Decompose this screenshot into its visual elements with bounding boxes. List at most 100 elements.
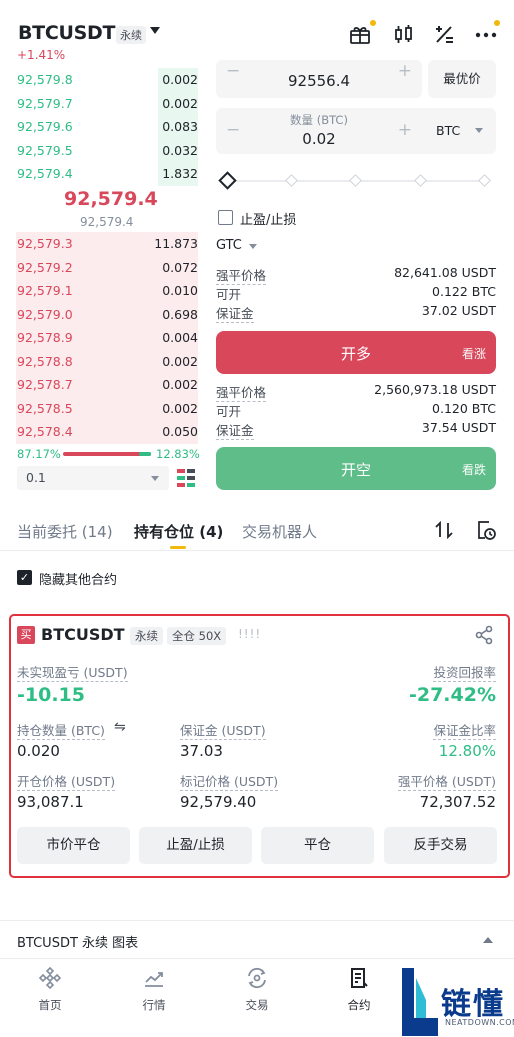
hide-other-contracts-label[interactable]: 隐藏其他合约 [39,569,117,588]
nav-markets[interactable]: 行情 [114,966,194,1013]
position-size-label[interactable]: 持仓数量 (BTC) [17,720,105,740]
nav-futures[interactable]: 合约 [319,966,399,1013]
orderbook-ask-row[interactable]: 92,578.7 0.002 [0,373,198,397]
unit-select[interactable]: BTC [422,108,496,154]
slider-step[interactable] [285,174,298,187]
unit-value: BTC [436,123,461,138]
long-margin-label[interactable]: 保证金 [216,303,254,323]
margin-value: 37.03 [180,742,223,760]
market-close-button[interactable]: 市价平仓 [17,827,130,864]
candlestick-icon[interactable] [392,22,418,48]
markets-icon [145,972,163,987]
time-in-force-select[interactable]: GTC [216,238,242,253]
margin-mode-tag[interactable]: 全仓 50X [167,627,227,645]
chart-toggle[interactable]: BTCUSDT 永续 图表 [17,932,138,951]
long-liq-price-label[interactable]: 强平价格 [216,265,267,285]
tpsl-checkbox[interactable] [218,210,233,225]
long-max-open-label: 可开 [216,287,242,302]
open-short-sublabel: 看跌 [461,463,486,477]
tpsl-button[interactable]: 止盈/止损 [139,827,252,864]
quantity-input[interactable]: − 数量 (BTC) 0.02 + [216,108,422,154]
depth-select[interactable]: 0.1 [17,466,169,490]
sort-icon[interactable] [434,520,454,544]
depth-value: 0.1 [26,470,46,485]
short-liq-price-label[interactable]: 强平价格 [216,382,267,402]
ratio-bar-buy [63,452,151,456]
liq-price-label[interactable]: 强平价格 (USDT) [397,771,496,791]
upnl-label[interactable]: 未实现盈亏 (USDT) [17,662,128,682]
orderbook-bid-row[interactable]: 92,579.6 0.083 [0,115,198,139]
open-short-label: 开空 [340,461,371,479]
margin-ratio-label[interactable]: 保证金比率 [433,720,496,740]
margin-ratio-value: 12.80% [438,742,496,760]
orderbook-ask-row[interactable]: 92,578.8 0.002 [0,349,198,373]
price-increase-button[interactable]: + [398,61,412,81]
contract-type-badge: 永续 [116,26,146,44]
nav-trade-label: 交易 [245,998,269,1012]
nav-home-label: 首页 [38,998,62,1012]
margin-label[interactable]: 保证金 (USDT) [180,720,266,740]
calculator-icon[interactable] [432,22,458,48]
long-margin-value: 37.02 USDT [421,303,496,318]
reverse-position-button[interactable]: 反手交易 [384,827,497,864]
mark-price-label[interactable]: 标记价格 (USDT) [180,771,279,791]
nav-home[interactable]: 首页 [10,966,90,1013]
futures-icon [351,968,368,988]
hide-other-contracts-checkbox[interactable]: ✓ [17,570,32,585]
orderbook-ask-row[interactable]: 92,579.1 0.010 [0,279,198,303]
chevron-up-icon[interactable] [483,937,493,943]
entry-price-value: 93,087.1 [17,793,84,811]
more-icon[interactable] [474,20,500,48]
quantity-value: 0.02 [302,130,336,148]
long-max-open-value: 0.122 BTC [432,284,496,299]
tab-positions[interactable]: 持有仓位 (4) [134,521,223,542]
price-input[interactable]: − 92556.4 + [216,60,422,98]
last-price[interactable]: 92,579.4 [64,188,158,210]
price-value: 92556.4 [287,72,351,90]
tab-trading-bots[interactable]: 交易机器人 [242,521,317,542]
orderbook-ask-row[interactable]: 92,579.0 0.698 [0,302,198,326]
orderbook-ask-row[interactable]: 92,578.9 0.004 [0,326,198,350]
watermark-subtext: NEATDOWN.COM [445,1018,514,1027]
quantity-increase-button[interactable]: + [398,120,412,140]
chevron-down-icon[interactable] [150,27,160,34]
share-icon[interactable] [474,625,494,649]
position-size-value: 0.020 [17,742,60,760]
orderbook-ask-row[interactable]: 92,579.2 0.072 [0,255,198,279]
history-icon[interactable] [475,519,497,545]
orderbook-bid-row[interactable]: 92,579.5 0.032 [0,138,198,162]
slider-step[interactable] [349,174,362,187]
orderbook-bid-row[interactable]: 92,579.8 0.002 [0,68,198,92]
close-position-button[interactable]: 平仓 [261,827,374,864]
orderbook-bid-row[interactable]: 92,579.7 0.002 [0,91,198,115]
slider-handle[interactable] [218,171,237,190]
short-margin-label[interactable]: 保证金 [216,420,254,440]
pair-title[interactable]: BTCUSDT [18,22,115,44]
best-price-button[interactable]: 最优价 [428,60,496,98]
orderbook-layout-icon[interactable] [177,469,195,491]
orderbook-ask-row[interactable]: 92,578.5 0.002 [0,396,198,420]
gift-icon[interactable] [348,20,376,48]
short-max-open-label: 可开 [216,404,242,419]
slider-step[interactable] [414,174,427,187]
position-side-badge: 买 [17,626,35,644]
nav-markets-label: 行情 [142,998,166,1012]
tab-open-orders[interactable]: 当前委托 (14) [17,521,113,542]
orderbook-ask-row[interactable]: 92,579.3 11.873 [0,232,198,256]
roi-label[interactable]: 投资回报率 [433,662,496,682]
open-long-button[interactable]: 开多 看涨 [216,331,496,374]
tpsl-label[interactable]: 止盈/止损 [240,209,296,228]
chevron-down-icon [151,476,159,481]
entry-price-label[interactable]: 开仓价格 (USDT) [17,771,116,791]
orderbook-ask-row[interactable]: 92,578.4 0.050 [0,420,198,444]
open-short-button[interactable]: 开空 看跌 [216,447,496,490]
position-symbol[interactable]: BTCUSDT [41,625,125,644]
nav-trade[interactable]: 交易 [217,966,297,1013]
ratio-bar-sell [139,452,151,456]
position-type-tag: 永续 [130,627,163,645]
chevron-down-icon[interactable] [249,244,257,249]
swap-icon[interactable]: ⇋ [114,719,126,735]
slider-step[interactable] [478,174,491,187]
mark-price-value: 92,579.40 [180,793,257,811]
orderbook-bid-row[interactable]: 92,579.4 1.832 [0,162,198,186]
